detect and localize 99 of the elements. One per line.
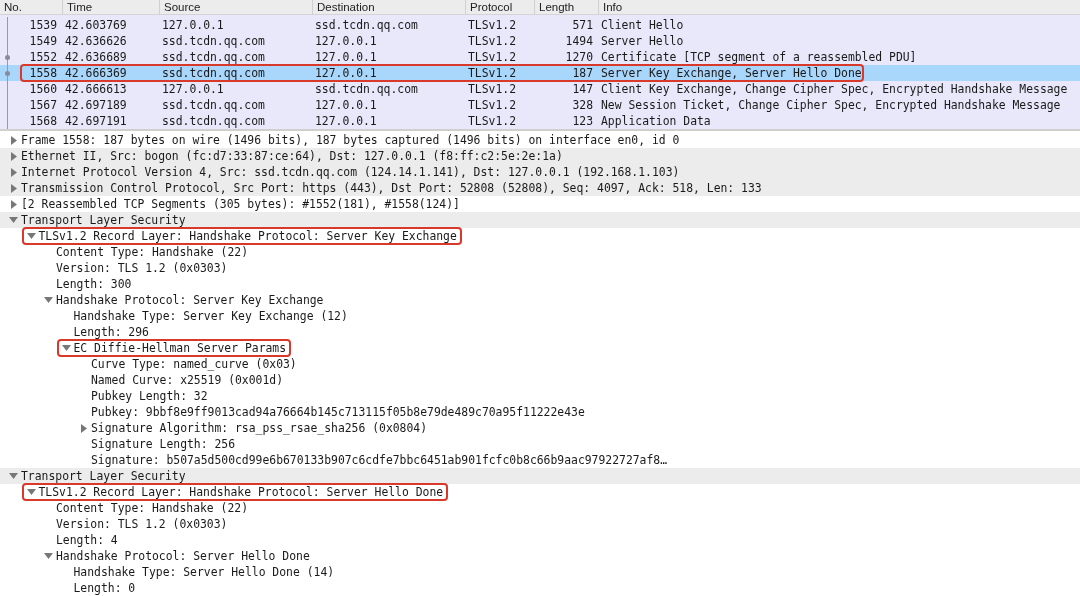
table-cell-text: 42.697189 [65, 98, 128, 112]
table-cell-text: ssd.tcdn.qq.com [162, 114, 266, 128]
table-cell-text: TLSv1.2 [468, 98, 517, 112]
expand-arrow-icon[interactable] [9, 167, 18, 177]
collapse-arrow-icon[interactable] [26, 488, 36, 496]
tree-item[interactable]: Length: 4 [56, 533, 118, 547]
table-cell-text: TLSv1.2 [468, 34, 517, 48]
tree-item[interactable]: Signature Length: 256 [91, 437, 235, 451]
tree-item[interactable]: Transport Layer Security [21, 469, 186, 483]
table-cell-text: TLSv1.2 [468, 50, 517, 64]
tree-item[interactable]: Named Curve: x25519 (0x001d) [91, 373, 284, 387]
column-header[interactable]: Protocol [466, 0, 535, 14]
tree-item[interactable]: Handshake Type: Server Key Exchange (12) [73, 309, 348, 323]
collapse-arrow-icon[interactable] [9, 472, 18, 480]
selected-row[interactable]: 1558 42.666369 ssd.tcdn.qq.com 127.0.0.1 TLSv1.2 187 Server Key Exchange, Server Hello Done [0, 65, 1080, 81]
tree-item[interactable]: Pubkey Length: 32 [91, 389, 208, 403]
collapse-arrow-icon[interactable] [44, 552, 53, 560]
column-header[interactable]: Info [599, 0, 1080, 14]
table-cell-text: 1567 [28, 98, 58, 112]
table-cell-text: 127.0.0.1 [315, 34, 378, 48]
collapse-arrow-icon[interactable] [9, 216, 18, 224]
table-cell-text: 123 [571, 114, 594, 128]
table-cell-text: 1539 [28, 18, 58, 32]
collapse-arrow-icon[interactable] [26, 232, 36, 240]
tree-item[interactable]: Length: 0 [73, 581, 136, 595]
column-header[interactable]: Length [535, 0, 599, 14]
tree-item[interactable]: Handshake Protocol: Server Key Exchange [56, 293, 324, 307]
table-cell-text: TLSv1.2 [468, 114, 517, 128]
table-cell-text: 147 [571, 82, 594, 96]
table-cell-text: 1494 [564, 34, 594, 48]
table-cell-text: ssd.tcdn.qq.com [162, 98, 266, 112]
table-cell-text: ssd.tcdn.qq.com [162, 50, 266, 64]
column-header[interactable]: Destination [313, 0, 466, 14]
tree-item[interactable]: Content Type: Handshake (22) [56, 245, 249, 259]
table-cell-text: ssd.tcdn.qq.com [162, 66, 266, 80]
table-cell-text: 127.0.0.1 [162, 82, 225, 96]
table-cell: Client Key Exchange, Change Cipher Spec, Encrypted Handshake Message [601, 82, 1068, 96]
tree-item[interactable]: Internet Protocol Version 4, Src: ssd.tcdn.qq.com (124.14.1.141), Dst: 127.0.0.1 (192.168.1.103) [21, 165, 680, 179]
tree-item[interactable]: Ethernet II, Src: bogon (fc:d7:33:87:ce:64), Dst: 127.0.0.1 (f8:ff:c2:5e:2e:1a) [21, 149, 563, 163]
table-cell: Client Hello [601, 18, 684, 32]
table-cell-text: 187 [571, 66, 594, 80]
tree-item[interactable]: Handshake Type: Server Hello Done (14) [73, 565, 335, 579]
table-cell-text: 42.666613 [65, 82, 128, 96]
table-cell: Certificate [TCP segment of a reassembled PDU] [601, 50, 917, 64]
table-cell-text: 127.0.0.1 [315, 114, 378, 128]
expand-arrow-icon[interactable] [9, 199, 18, 209]
table-cell-text: 1552 [28, 50, 58, 64]
table-cell-text: 127.0.0.1 [315, 66, 378, 80]
table-cell-text: ssd.tcdn.qq.com [162, 34, 266, 48]
tree-item[interactable]: Length: 296 [73, 325, 149, 339]
table-cell-text: 42.636626 [65, 34, 128, 48]
expand-arrow-icon[interactable] [9, 135, 18, 145]
collapse-arrow-icon[interactable] [44, 296, 53, 304]
tree-item[interactable]: Signature: b507a5d500cd99e6b670133b907c6cdfe7bbc6451ab901fcfc0b8c66b9aac97922727af8… [91, 453, 668, 467]
expand-arrow-icon[interactable] [9, 151, 18, 161]
table-cell-text: TLSv1.2 [468, 66, 517, 80]
tree-item[interactable]: TLSv1.2 Record Layer: Handshake Protocol: Server Hello Done [38, 485, 444, 499]
table-cell: Server Key Exchange, Server Hello Done [601, 66, 862, 80]
collapse-arrow-icon[interactable] [61, 344, 71, 352]
table-cell-text: TLSv1.2 [468, 18, 517, 32]
table-cell-text: 42.666369 [65, 66, 128, 80]
table-cell-text: 571 [571, 18, 594, 32]
tree-item[interactable]: Handshake Protocol: Server Hello Done [56, 549, 310, 563]
table-cell-text: 1560 [28, 82, 58, 96]
tree-item[interactable]: Transport Layer Security [21, 213, 186, 227]
table-cell-text: 1568 [28, 114, 58, 128]
table-cell-text: 127.0.0.1 [315, 98, 378, 112]
tree-item[interactable]: Pubkey: 9bbf8e9ff9013cad94a76664b145c713115f05b8e79de489c70a95f11222e43e [91, 405, 585, 419]
tree-item[interactable]: Signature Algorithm: rsa_pss_rsae_sha256 (0x0804) [91, 421, 428, 435]
tree-item[interactable]: Version: TLS 1.2 (0x0303) [56, 517, 228, 531]
tree-item[interactable]: Content Type: Handshake (22) [56, 501, 249, 515]
table-cell-text: 42.636689 [65, 50, 128, 64]
table-cell-text: TLSv1.2 [468, 82, 517, 96]
table-cell-text: 1270 [564, 50, 594, 64]
column-header[interactable]: Time [63, 0, 160, 14]
tree-item[interactable]: EC Diffie-Hellman Server Params [73, 341, 287, 355]
tree-item[interactable]: Transmission Control Protocol, Src Port: https (443), Dst Port: 52808 (52808), Seq: 4097, Ack: 518, Len: 133 [21, 181, 762, 195]
expand-arrow-icon[interactable] [9, 183, 18, 193]
column-header[interactable]: No. [0, 0, 63, 14]
table-cell: New Session Ticket, Change Cipher Spec, Encrypted Handshake Message [601, 98, 1061, 112]
tree-item[interactable]: Length: 300 [56, 277, 132, 291]
table-cell-text: 127.0.0.1 [315, 50, 378, 64]
table-cell-text: 42.697191 [65, 114, 128, 128]
table-cell-text: ssd.tcdn.qq.com [315, 18, 419, 32]
table-cell: Server Hello [601, 34, 684, 48]
table-cell-text: 127.0.0.1 [162, 18, 225, 32]
table-cell-text: 328 [571, 98, 594, 112]
table-cell-text: 1549 [28, 34, 58, 48]
tree-item[interactable]: Frame 1558: 187 bytes on wire (1496 bits), 187 bytes captured (1496 bits) on interface en0, id 0 [21, 133, 680, 147]
tree-item[interactable]: [2 Reassembled TCP Segments (305 bytes): #1552(181), #1558(124)] [21, 197, 460, 211]
tree-item[interactable]: Curve Type: named_curve (0x03) [91, 357, 297, 371]
tree-item[interactable]: Version: TLS 1.2 (0x0303) [56, 261, 228, 275]
column-header[interactable]: Source [160, 0, 313, 14]
table-cell-text: 1558 [28, 66, 58, 80]
tree-item[interactable]: TLSv1.2 Record Layer: Handshake Protocol: Server Key Exchange [38, 229, 457, 243]
table-cell-text: 42.603769 [65, 18, 128, 32]
table-cell: Application Data [601, 114, 711, 128]
table-cell-text: ssd.tcdn.qq.com [315, 82, 419, 96]
expand-arrow-icon[interactable] [79, 423, 88, 433]
